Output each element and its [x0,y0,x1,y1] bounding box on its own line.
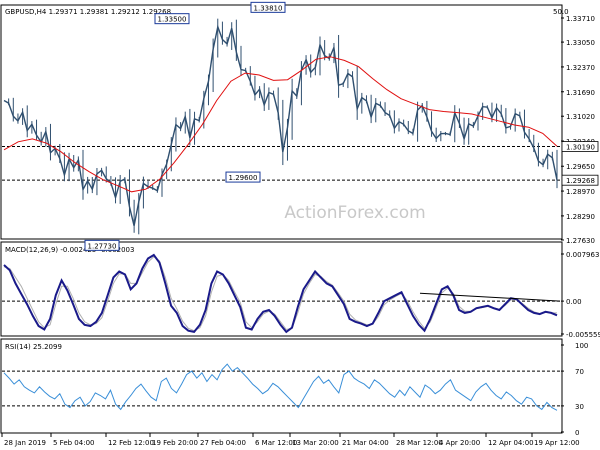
x-tick-label: 12 Apr 04:00 [488,439,534,447]
macd-y-tick-label: -0.005559 [566,331,600,339]
axis-layer: 28 Jan 2019 5 Feb 04:00 12 Feb 12:0019 Feb… [1,433,580,447]
price-y-tick-label: 1.33710 [566,15,595,23]
chart-svg: ActionForex.com GBPUSD,H4 1.29371 1.2938… [0,1,600,447]
price-y-tick-label: 1.28290 [566,213,595,221]
annotation-label: 1.33500 [158,16,187,24]
price-y-tick-label: 1.31690 [566,89,595,97]
rsi-y-tick-label: 0 [575,429,579,437]
price-marker-label: 1.29268 [566,177,595,185]
price-y-tick-label: 1.29650 [566,163,595,171]
x-tick-label: 27 Feb 04:00 [200,439,246,447]
price-marker-label: 1.30190 [566,144,595,152]
price-y-tick-label: 1.28970 [566,188,595,196]
rsi-y-tick-label: 30 [575,403,584,411]
x-tick-label: 5 Feb 04:00 [53,439,94,447]
annotation-label: 1.29600 [229,174,258,182]
price-y-tick-label: 1.27630 [566,237,595,245]
x-tick-label: 21 Mar 04:00 [342,439,389,447]
x-tick-label: 19 Apr 12:00 [534,439,580,447]
rsi-y-tick-label: 100 [575,342,588,350]
price-header: GBPUSD,H4 1.29371 1.29381 1.29212 1.2926… [5,8,171,16]
rsi-panel-frame [0,338,563,434]
annotation-label: 1.33810 [254,4,283,12]
chart-root: ActionForex.com GBPUSD,H4 1.29371 1.2938… [0,0,600,450]
price-y-tick-label: 1.32370 [566,64,595,72]
rsi-y-tick-label: 70 [575,368,584,376]
rsi-label: RSI(14) 25.2099 [5,343,62,351]
x-tick-label: 6 Mar 12:00 [255,439,297,447]
price-y-tick-label: 1.31020 [566,113,595,121]
x-tick-label: 4 Apr 20:00 [439,439,480,447]
annotation-label: 1.27730 [88,242,117,250]
macd-y-tick-label: 0.00 [566,298,582,306]
x-tick-label: 12 Feb 12:00 [108,439,154,447]
x-tick-label: 13 Mar 20:00 [292,439,339,447]
x-tick-label: 28 Mar 12:00 [396,439,443,447]
price-y-tick-label: 1.33050 [566,39,595,47]
macd-y-tick-label: 0.007963 [566,251,599,259]
x-tick-label: 28 Jan 2019 [4,439,46,447]
x-tick-label: 19 Feb 20:00 [152,439,198,447]
watermark: ActionForex.com [284,203,425,223]
